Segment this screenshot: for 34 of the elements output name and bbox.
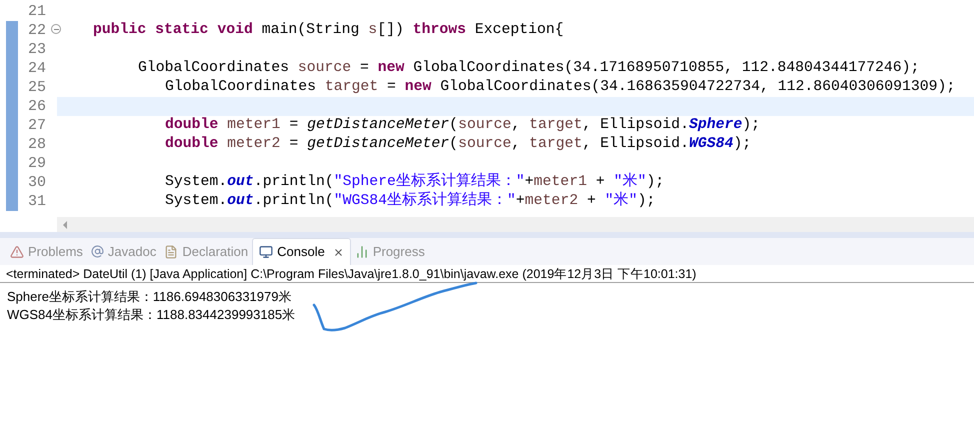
code-line: GlobalCoordinates target = new GlobalCoordinates(34.168635904722734, 112.86040306091309); xyxy=(164,78,956,97)
code-line: System.out.println("Sphere坐标系计算结果："+meter1 + "米"); xyxy=(164,173,664,192)
line-number: 27 xyxy=(28,116,46,135)
line-number: 29 xyxy=(28,154,46,173)
progress-icon xyxy=(354,244,369,258)
view-tab[interactable]: Problems xyxy=(6,238,87,265)
line-number: 31 xyxy=(28,192,46,211)
close-icon[interactable] xyxy=(332,246,344,258)
line-number: 26 xyxy=(28,97,46,116)
view-tab[interactable]: Javadoc xyxy=(86,238,160,265)
code-line: GlobalCoordinates source = new GlobalCoordinates(34.17168950710855, 112.84804344177246); xyxy=(137,59,920,78)
console-output-line: WGS84坐标系计算结果：1188.8344239993185米 xyxy=(7,306,296,324)
horizontal-scrollbar[interactable] xyxy=(57,217,974,232)
console-status: <terminated> DateUtil (1) [Java Application] C:\Program Files\Java\jre1.8.0_91\bin\javaw.exe (2019年12月3日 下午10:01:31) xyxy=(0,265,974,283)
line-number: 24 xyxy=(28,59,46,78)
code-line: double meter2 = getDistanceMeter(source, target, Ellipsoid.WGS84); xyxy=(164,135,752,154)
line-number: 23 xyxy=(28,40,46,59)
at-sign-icon xyxy=(90,245,104,258)
line-number: 30 xyxy=(28,173,46,192)
code-line: double meter1 = getDistanceMeter(source, target, Ellipsoid.Sphere); xyxy=(164,116,760,135)
line-number: 21 xyxy=(28,2,46,21)
code-line: public static void main(String s[]) throws Exception{ xyxy=(92,21,564,40)
line-number: 25 xyxy=(28,78,46,97)
collapse-icon[interactable] xyxy=(51,24,61,34)
view-tab[interactable]: Console xyxy=(252,238,351,265)
console-output-line: Sphere坐标系计算结果：1186.6948306331979米 xyxy=(7,288,292,306)
view-tab[interactable]: Declaration xyxy=(160,238,252,265)
line-number: 22 xyxy=(28,21,46,40)
document-icon xyxy=(164,244,178,258)
monitor-icon xyxy=(259,245,274,259)
code-line: System.out.println("WGS84坐标系计算结果："+meter2 + "米"); xyxy=(164,192,656,211)
line-number: 28 xyxy=(28,135,46,154)
view-tab[interactable]: Progress xyxy=(350,238,429,265)
warning-icon xyxy=(10,244,24,258)
